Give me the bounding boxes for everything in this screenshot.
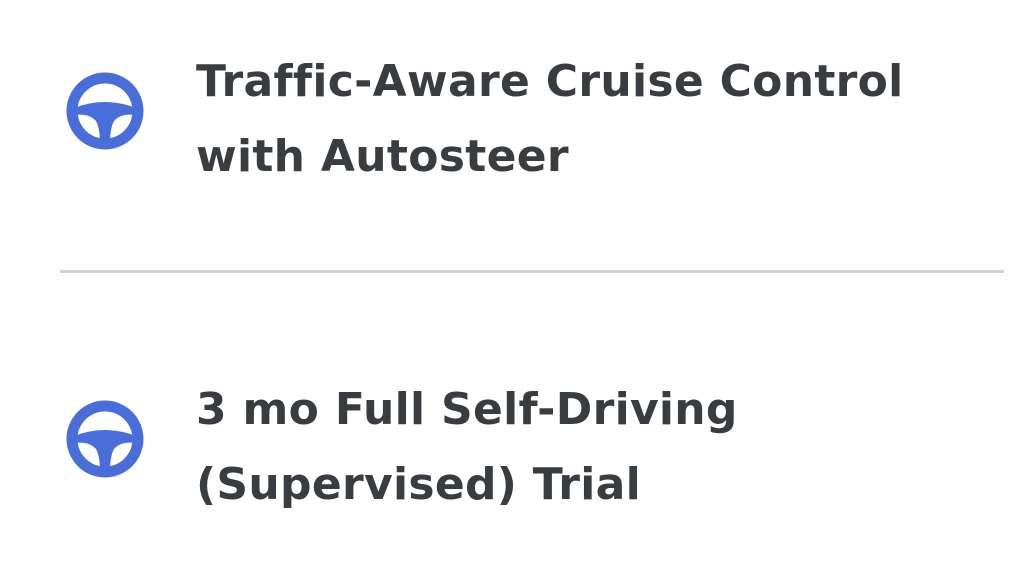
steering-wheel-icon [66, 400, 144, 478]
feature-title-line2: (Supervised) Trial [196, 459, 642, 510]
feature-title-line1: Traffic-Aware Cruise Control [196, 56, 904, 107]
divider [60, 270, 1004, 273]
steering-wheel-icon [66, 72, 144, 150]
feature-list: Traffic-Aware Cruise Control with Autost… [0, 0, 1036, 577]
feature-title-line1: 3 mo Full Self-Driving [196, 384, 738, 435]
feature-title: Traffic-Aware Cruise Control with Autost… [196, 44, 996, 194]
feature-title: 3 mo Full Self-Driving (Supervised) Tria… [196, 372, 996, 522]
feature-title-line2: with Autosteer [196, 131, 569, 182]
